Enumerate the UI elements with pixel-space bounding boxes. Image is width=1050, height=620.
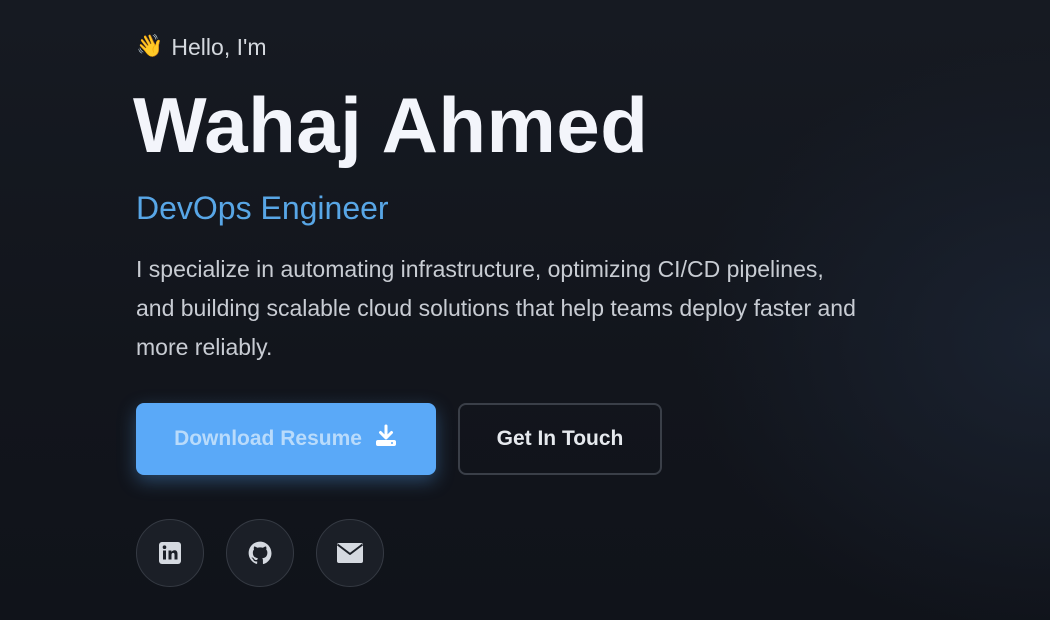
download-resume-label: Download Resume [174,427,362,450]
hero-section: 👋 Hello, I'm Wahaj Ahmed DevOps Engineer… [133,28,916,587]
hero-description: I specialize in automating infrastructur… [136,256,856,360]
get-in-touch-button[interactable]: Get In Touch [458,403,662,475]
get-in-touch-label: Get In Touch [496,427,624,450]
greeting: 👋 Hello, I'm [136,28,916,66]
github-icon [247,540,273,566]
github-link[interactable] [226,519,294,587]
download-icon [374,424,398,454]
greeting-text: Hello, I'm [171,33,267,60]
waving-hand-icon: 👋 [136,34,164,59]
social-links [136,519,916,587]
download-resume-button[interactable]: Download Resume [136,403,436,475]
linkedin-link[interactable] [136,519,204,587]
hero-name: Wahaj Ahmed [133,81,649,169]
hero-actions: Download Resume Get In Touch [136,403,916,475]
email-link[interactable] [316,519,384,587]
email-icon [336,542,364,564]
hero-role: DevOps Engineer [136,190,389,226]
linkedin-icon [158,541,182,565]
